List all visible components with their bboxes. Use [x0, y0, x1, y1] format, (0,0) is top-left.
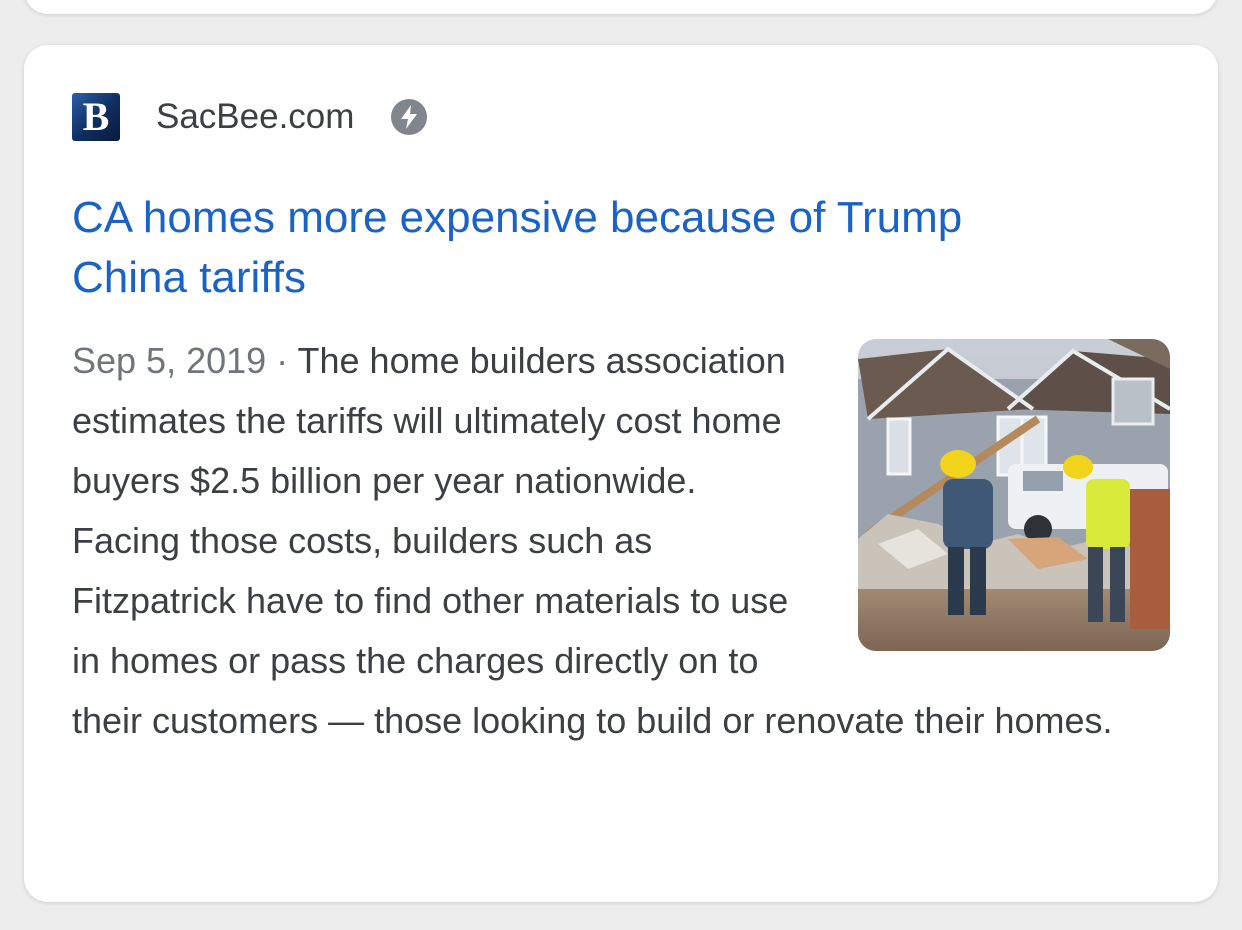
result-source[interactable]: B SacBee.com: [72, 93, 428, 141]
date-separator: ·: [266, 340, 298, 381]
previous-result-card: [24, 0, 1218, 14]
result-date: Sep 5, 2019: [72, 340, 267, 381]
result-snippet: Sep 5, 2019 · The home builders associat…: [72, 331, 1132, 751]
sacbee-favicon-icon: B: [72, 93, 120, 141]
source-name: SacBee.com: [156, 97, 355, 136]
amp-lightning-icon: [390, 98, 428, 136]
news-result-card[interactable]: B SacBee.com CA homes more expensive bec…: [24, 45, 1218, 902]
result-title-link[interactable]: CA homes more expensive because of Trump…: [72, 188, 1082, 308]
thumbnail-spacer: [812, 331, 1132, 666]
